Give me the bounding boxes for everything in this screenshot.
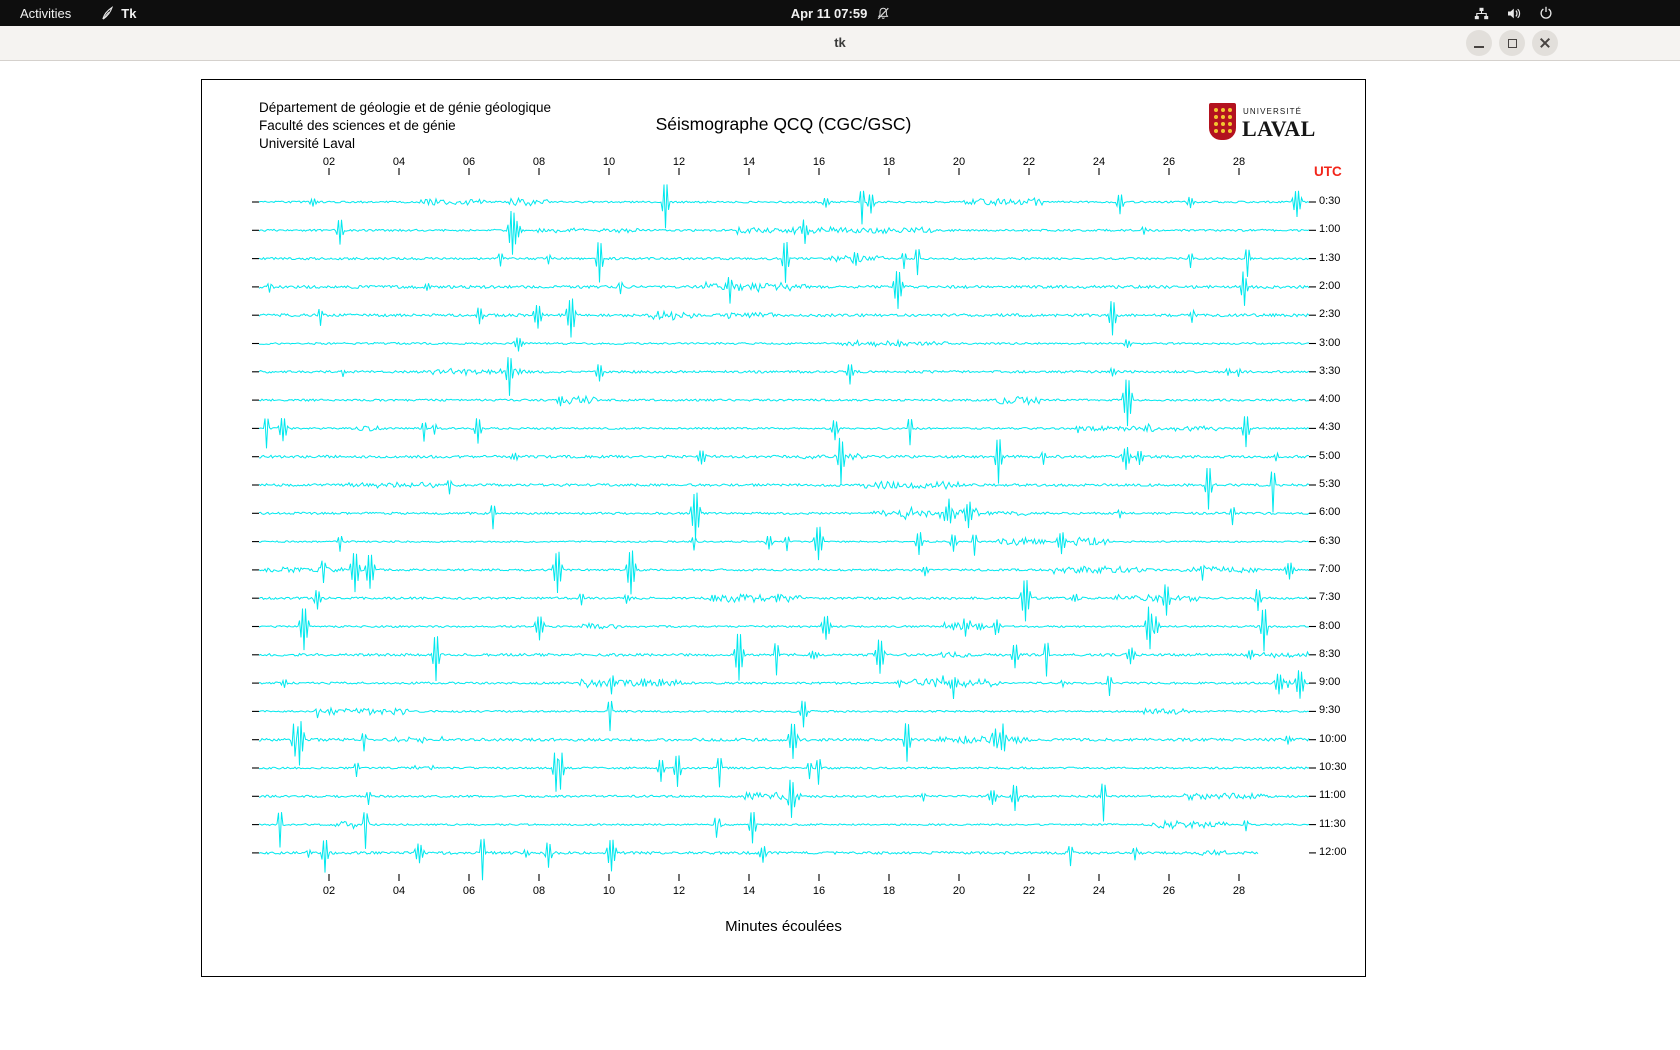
seismogram-trace	[259, 416, 1309, 448]
window-title: tk	[0, 26, 1680, 60]
maximize-icon	[1508, 39, 1517, 48]
seismogram-trace	[259, 357, 1309, 396]
seismogram-trace	[259, 812, 1309, 849]
seismogram-trace	[259, 670, 1309, 699]
seismogram-plot	[202, 80, 1364, 975]
power-icon	[1539, 6, 1553, 20]
seismogram-trace	[259, 634, 1309, 681]
tk-icon	[101, 6, 114, 20]
seismogram-trace	[259, 753, 1309, 792]
notifications-muted-icon	[876, 7, 889, 20]
seismogram-trace	[259, 607, 1309, 652]
seismogram-trace	[259, 271, 1309, 309]
seismogram-trace	[259, 438, 1309, 484]
seismogram-trace	[259, 551, 1309, 595]
volume-icon	[1507, 7, 1521, 20]
network-icon	[1474, 7, 1489, 20]
maximize-button[interactable]	[1499, 30, 1525, 56]
seismogram-trace	[259, 493, 1309, 540]
seismogram-trace	[259, 299, 1309, 338]
minimize-button[interactable]	[1466, 30, 1492, 56]
utc-axis-label: UTC	[1314, 164, 1342, 179]
system-menu-button[interactable]	[1474, 0, 1553, 26]
clock-label: Apr 11 07:59	[791, 6, 868, 21]
seismogram-trace	[259, 701, 1309, 731]
seismogram-trace	[259, 184, 1309, 228]
seismogram-trace	[259, 468, 1309, 513]
seismogram-trace	[259, 721, 1309, 765]
seismogram-trace	[259, 380, 1309, 426]
x-axis-title: Minutes écoulées	[202, 918, 1365, 935]
window-titlebar[interactable]: tk	[0, 26, 1680, 61]
seismogram-trace	[259, 338, 1309, 352]
app-menu-button[interactable]: Tk	[101, 6, 136, 21]
seismograph-frame: Département de géologie et de génie géol…	[201, 79, 1366, 977]
minimize-icon	[1474, 46, 1484, 48]
close-button[interactable]	[1532, 30, 1558, 56]
seismogram-trace	[259, 242, 1309, 283]
seismogram-trace	[259, 780, 1309, 822]
activities-button[interactable]: Activities	[16, 6, 75, 21]
top-bar: Activities Tk Apr 11 07:59	[0, 0, 1680, 26]
seismogram-trace	[259, 527, 1309, 560]
window-content: Département de géologie et de génie géol…	[0, 60, 1680, 1050]
clock-menu-button[interactable]: Apr 11 07:59	[791, 6, 890, 21]
app-menu-label: Tk	[121, 6, 136, 21]
seismogram-trace	[259, 839, 1258, 880]
